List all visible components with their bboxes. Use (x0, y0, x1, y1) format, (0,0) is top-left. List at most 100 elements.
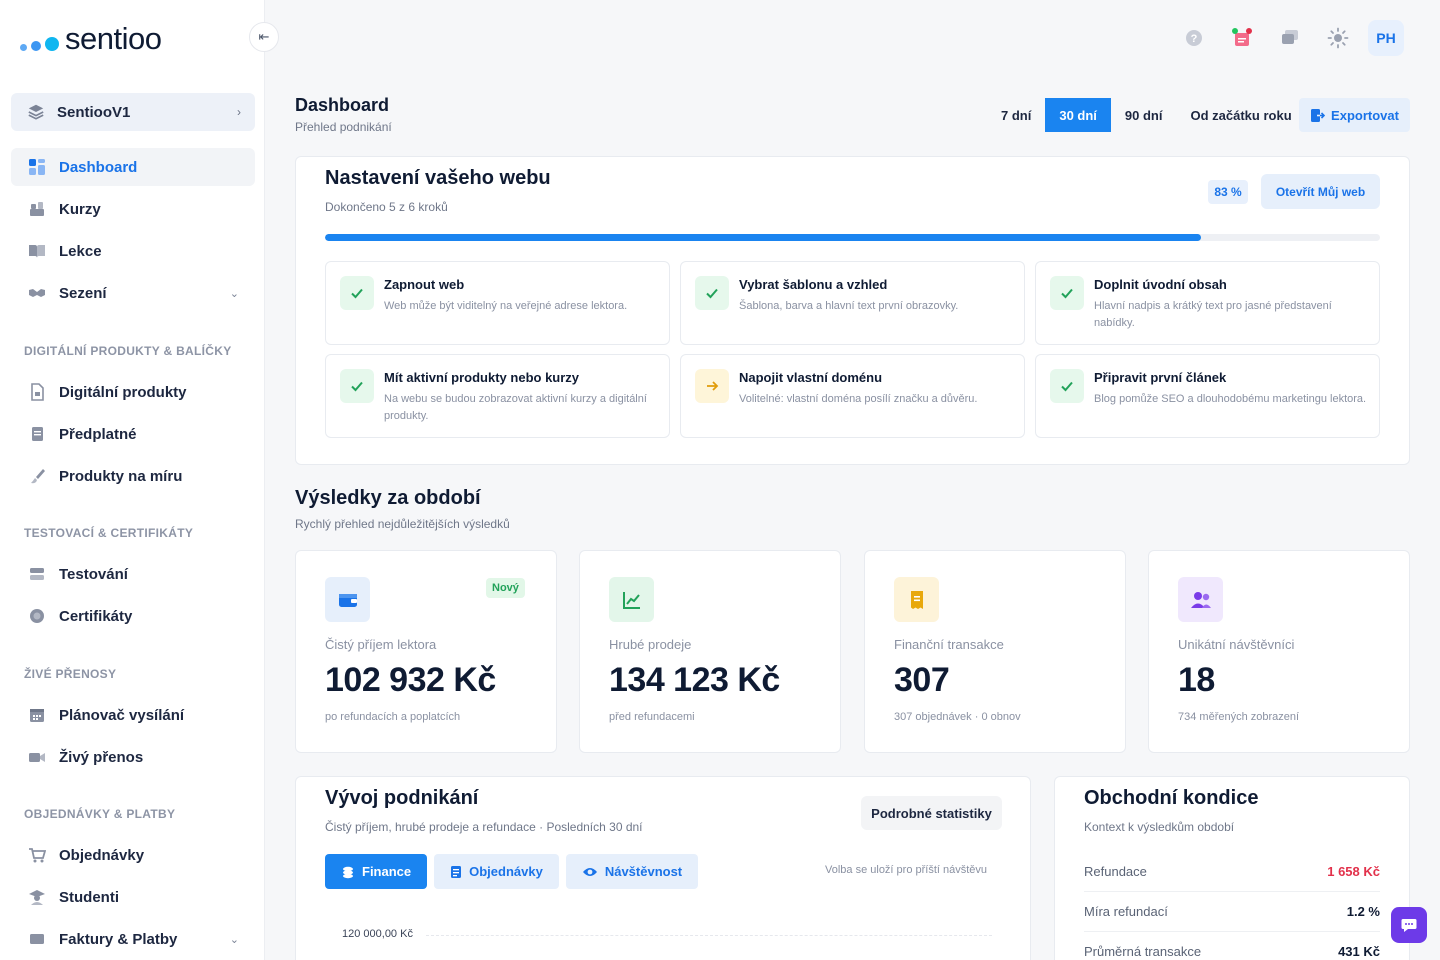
help-icon: ? (1186, 30, 1202, 46)
sidebar-item-studenti[interactable]: Studenti (11, 878, 255, 916)
step-description: Volitelné: vlastní doména posílí značku … (739, 393, 978, 405)
step-title: Mít aktivní produkty nebo kurzy (384, 370, 580, 385)
kpi-value: 102 932 Kč (325, 661, 496, 699)
kpi-note: 734 měřených zobrazení (1178, 711, 1300, 723)
website-setup-card: Nastavení vašeho webu Dokončeno 5 z 6 kr… (295, 156, 1410, 465)
health-row-value: 1.2 % (1346, 904, 1380, 919)
video-camera-icon (27, 747, 47, 767)
sidebar-item-objednavky[interactable]: Objednávky (11, 836, 255, 874)
step-title: Zapnout web (384, 277, 465, 292)
open-my-web-button[interactable]: Otevřít Můj web (1261, 174, 1380, 209)
sidebar-item-label: Živý přenos (59, 748, 144, 766)
setup-subtitle: Dokončeno 5 z 6 kroků (325, 200, 448, 214)
kpi-value: 18 (1178, 661, 1215, 699)
tab-label: Návštěvnost (604, 864, 683, 879)
document-icon (27, 424, 47, 444)
tab-label: Objednávky (469, 864, 543, 879)
kpi-card-net-income: Nový Čistý příjem lektora 102 932 Kč po … (295, 550, 557, 753)
check-icon (695, 276, 729, 310)
trend-up-icon (609, 577, 654, 622)
certificate-icon (27, 606, 47, 626)
chart-gridline (426, 935, 992, 936)
sidebar-item-planovac-vysilani[interactable]: Plánovač vysílání (11, 696, 255, 734)
setup-step[interactable]: Zapnout web Web může být viditelný na ve… (325, 261, 670, 345)
sidebar-item-certifikaty[interactable]: Certifikáty (11, 597, 255, 635)
sidebar-item-sezeni[interactable]: Sezení ⌄ (11, 274, 255, 312)
sidebar-item-label: Faktury & Platby (59, 930, 178, 948)
step-title: Připravit první článek (1094, 370, 1227, 385)
setup-step[interactable]: Napojit vlastní doménu Volitelné: vlastn… (680, 354, 1025, 438)
notification-icon (1232, 28, 1252, 46)
setup-step[interactable]: Mít aktivní produkty nebo kurzy Na webu … (325, 354, 670, 438)
business-health-card: Obchodní kondice Kontext k výsledkům obd… (1054, 776, 1410, 960)
date-range-selector: 7 dní 30 dní 90 dní Od začátku roku (987, 98, 1306, 132)
sidebar-item-testovani[interactable]: Testování (11, 555, 255, 593)
student-icon (27, 887, 47, 907)
calendar-icon (27, 705, 47, 725)
chevron-down-icon: ⌄ (229, 933, 239, 946)
health-row-value: 1 658 Kč (1327, 864, 1380, 879)
setup-step[interactable]: Doplnit úvodní obsah Hlavní nadpis a krá… (1035, 261, 1380, 345)
step-title: Napojit vlastní doménu (739, 370, 883, 385)
results-title: Výsledky za období (295, 487, 481, 509)
range-90-days[interactable]: 90 dní (1111, 98, 1177, 132)
y-axis-tick: 120 000,00 Kč (342, 928, 413, 940)
sidebar-item-label: Studenti (59, 888, 119, 906)
health-row-label: Míra refundací (1084, 904, 1168, 919)
collapse-sidebar-button[interactable]: ⇤ (249, 22, 279, 52)
kpi-note: po refundacích a poplatcích (325, 711, 461, 723)
sidebar-item-dashboard[interactable]: Dashboard (11, 148, 255, 186)
kpi-value: 307 (894, 661, 950, 699)
tab-orders[interactable]: Objednávky (434, 854, 559, 889)
chat-support-button[interactable] (1391, 907, 1427, 943)
sidebar-item-faktury-platby[interactable]: Faktury & Platby ⌄ (11, 920, 255, 958)
setup-percent-badge: 83 % (1208, 180, 1248, 204)
chat-bubbles-icon (1282, 30, 1298, 44)
setup-progress-bar (325, 234, 1380, 241)
help-button[interactable]: ? (1170, 21, 1218, 55)
kpi-card-transactions: Finanční transakce 307 307 objednávek · … (864, 550, 1126, 753)
setup-title: Nastavení vašeho webu (325, 167, 551, 189)
tab-traffic[interactable]: Návštěvnost (565, 854, 699, 889)
step-title: Vybrat šablonu a vzhled (739, 277, 888, 292)
sidebar-item-kurzy[interactable]: Kurzy (11, 190, 255, 228)
sidebar-item-produkty-na-miru[interactable]: Produkty na míru (11, 457, 255, 495)
layers-icon (28, 104, 44, 120)
new-badge: Nový (486, 578, 525, 598)
theme-toggle[interactable] (1314, 21, 1362, 55)
notifications-button[interactable] (1218, 21, 1266, 55)
avatar[interactable]: PH (1368, 20, 1404, 56)
range-year-to-date[interactable]: Od začátku roku (1177, 98, 1306, 132)
sidebar-item-lekce[interactable]: Lekce (11, 232, 255, 270)
step-title: Doplnit úvodní obsah (1094, 277, 1227, 292)
development-title: Vývoj podnikání (325, 787, 479, 809)
sidebar-item-predplatne[interactable]: Předplatné (11, 415, 255, 453)
sidebar-item-zivy-prenos[interactable]: Živý přenos (11, 738, 255, 776)
business-development-card: Vývoj podnikání Čistý příjem, hrubé prod… (295, 776, 1031, 960)
workspace-name: SentiooV1 (57, 103, 131, 121)
step-description: Šablona, barva a hlavní text první obraz… (739, 300, 959, 312)
sidebar-item-digitalni-produkty[interactable]: Digitální produkty (11, 373, 255, 411)
check-icon (340, 369, 374, 403)
sidebar-item-label: Dashboard (59, 158, 138, 176)
brand-logo[interactable]: sentioo (20, 20, 162, 58)
tab-finance[interactable]: Finance (325, 854, 428, 889)
file-icon (27, 382, 47, 402)
export-button[interactable]: Exportovat (1299, 98, 1410, 132)
range-7-days[interactable]: 7 dní (987, 98, 1045, 132)
check-icon (340, 276, 374, 310)
arrow-right-icon (695, 369, 729, 403)
kpi-value: 134 123 Kč (609, 661, 780, 699)
setup-step[interactable]: Připravit první článek Blog pomůže SEO a… (1035, 354, 1380, 438)
kpi-label: Finanční transakce (894, 637, 1004, 652)
setup-step[interactable]: Vybrat šablonu a vzhled Šablona, barva a… (680, 261, 1025, 345)
detailed-stats-button[interactable]: Podrobné statistiky (861, 796, 1002, 830)
brush-icon (27, 466, 47, 486)
eye-icon (582, 867, 597, 876)
page-title: Dashboard (295, 95, 390, 115)
messages-button[interactable] (1266, 21, 1314, 55)
users-icon (1178, 577, 1223, 622)
cart-icon (27, 845, 47, 865)
range-30-days[interactable]: 30 dní (1045, 98, 1111, 132)
workspace-switcher[interactable]: SentiooV1 › (11, 93, 255, 131)
